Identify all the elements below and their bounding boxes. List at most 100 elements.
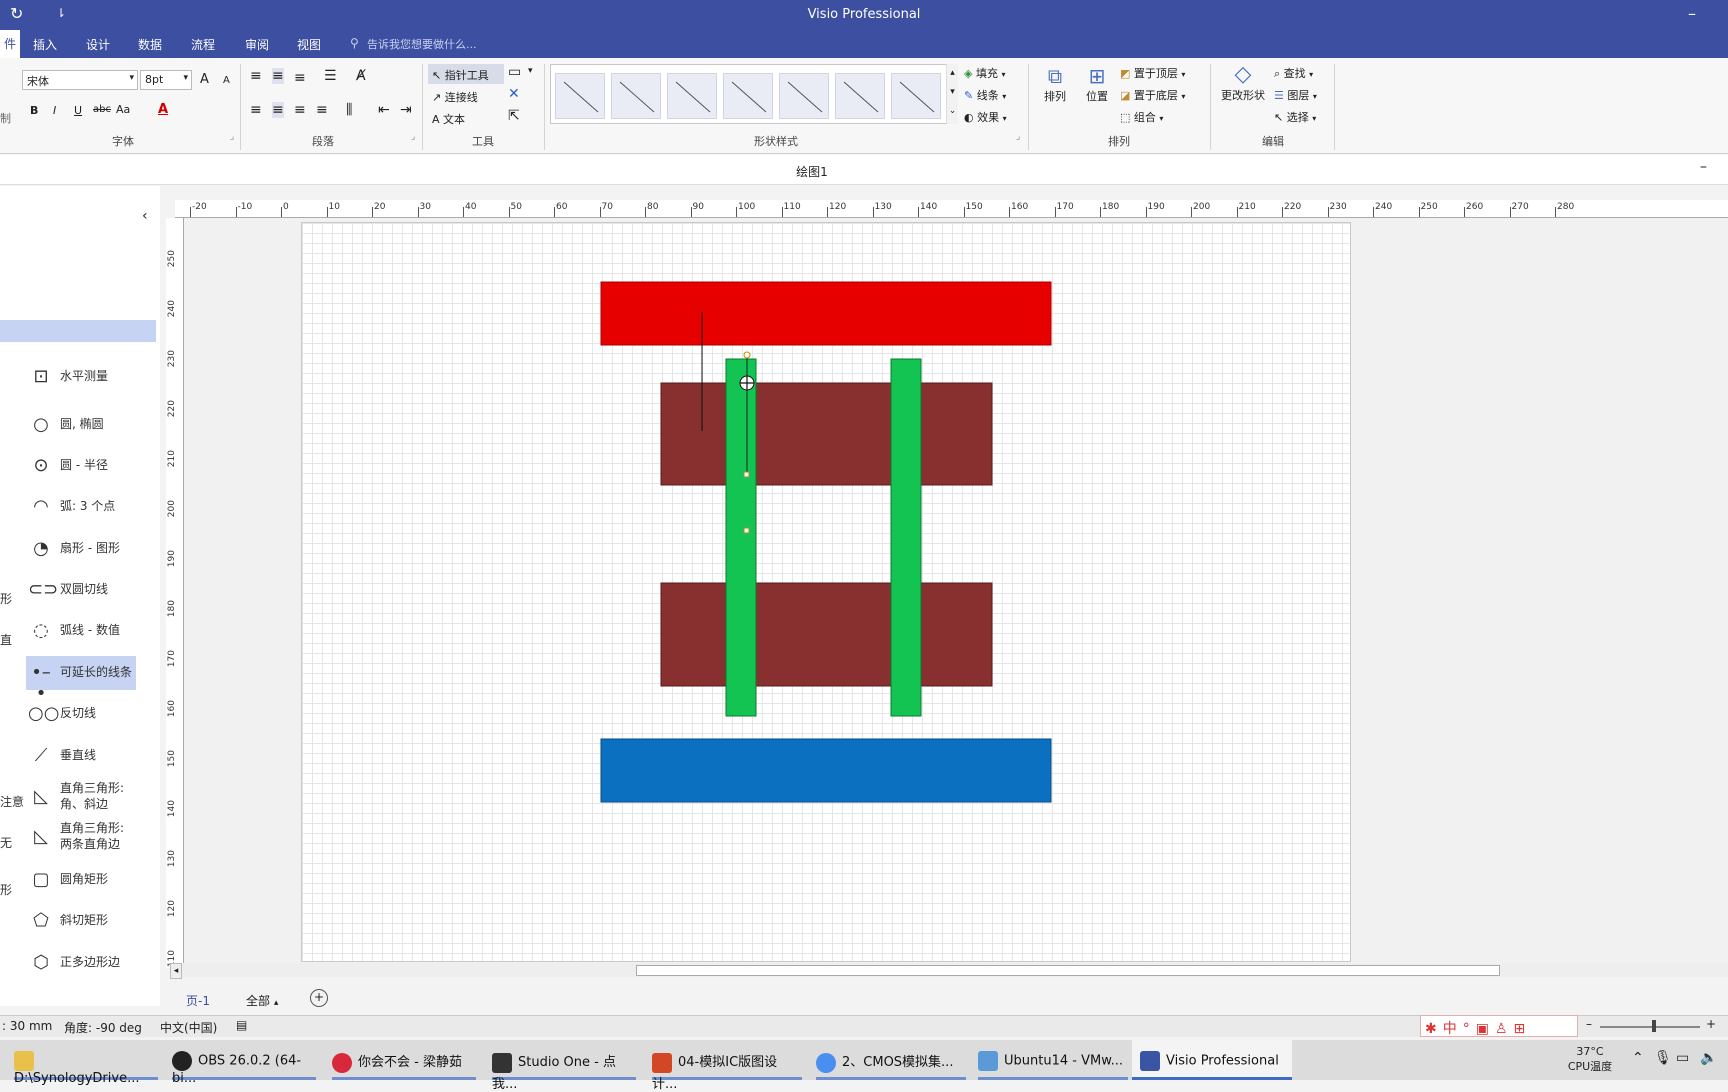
shape-item[interactable]: ⊡ 水平测量 [0, 360, 160, 396]
bring-to-front-button[interactable]: ◩ 置于顶层 ▾ [1120, 65, 1185, 81]
zoom-slider[interactable] [1600, 1026, 1700, 1028]
tell-me-search[interactable]: 告诉我您想要做什么... [367, 36, 477, 52]
page-tab-1[interactable]: 页-1 [186, 992, 210, 1009]
decrease-indent-icon[interactable]: ⇤ [378, 102, 390, 118]
shape-item[interactable]: ⊂⊃ 双圆切线 [0, 573, 160, 609]
ime-toolbar[interactable]: ✱中°▣♙⊞ [1420, 1015, 1578, 1037]
scroll-left-icon[interactable]: ◂ [170, 963, 182, 979]
taskbar-item[interactable]: 你会不会 - 梁静茹 [332, 1040, 476, 1080]
layers-button[interactable]: ☰ 图层 ▾ [1274, 87, 1317, 103]
collapse-pane-button[interactable]: ‹ [142, 208, 148, 224]
change-shape-button[interactable]: ◇ 更改形状 [1216, 62, 1270, 103]
align-top-icon[interactable]: ≡ [250, 68, 262, 84]
tab-view[interactable]: 视图 [297, 36, 321, 53]
position-button[interactable]: ⊞ 位置 [1082, 64, 1112, 104]
align-left-icon[interactable]: ≡ [250, 102, 262, 118]
add-page-button[interactable]: + [310, 989, 328, 1007]
all-pages-menu[interactable]: 全部 ▴ [246, 992, 278, 1009]
gallery-scroller[interactable]: ▴ ▾ ⌄ [946, 64, 958, 124]
change-case-button[interactable]: Aa [116, 103, 130, 116]
justify-icon[interactable]: ≡ [316, 102, 328, 118]
text-tool-button[interactable]: A 文本 [432, 111, 465, 127]
drawing-page[interactable] [301, 222, 1351, 962]
select-button[interactable]: ↖ 选择 ▾ [1274, 109, 1316, 125]
fill-button[interactable]: ◈ 填充 ▾ [964, 65, 1005, 81]
tab-process[interactable]: 流程 [191, 36, 215, 53]
shape-item[interactable]: ○○ 反切线 [0, 697, 160, 733]
shape-item[interactable]: ⬠ 斜切矩形 [0, 904, 160, 940]
style-thumbnail[interactable] [667, 73, 717, 119]
taskbar-item[interactable]: Ubuntu14 - VMw... [978, 1040, 1128, 1080]
language-indicator[interactable]: 中文(中国) [160, 1019, 217, 1036]
shape-item[interactable]: ◺ 直角三角形: 两条直角边 [0, 820, 160, 856]
paragraph-spacing-icon[interactable]: ⫼ [346, 102, 352, 118]
tab-data[interactable]: 数据 [138, 36, 162, 53]
shape-item[interactable]: ◔ 扇形 - 图形 [0, 532, 160, 568]
align-bottom-icon[interactable]: ≡ [294, 70, 306, 86]
macro-record-icon[interactable]: ▤ [236, 1018, 247, 1032]
dialog-launcher-icon[interactable]: ⌟ [1016, 132, 1020, 142]
style-thumbnail[interactable] [835, 73, 885, 119]
find-button[interactable]: ⌕ 查找 ▾ [1274, 65, 1313, 81]
align-middle-icon[interactable]: ≡ [272, 68, 284, 84]
font-name-combo[interactable]: 宋体 ▾ [22, 70, 138, 90]
arrange-button[interactable]: ⧉ 排列 [1040, 64, 1070, 104]
strikethrough-button[interactable]: abc [93, 104, 111, 115]
shrink-font-button[interactable]: A [223, 75, 230, 86]
shape-item-selected[interactable]: •–• 可延长的线条 [0, 656, 160, 704]
taskbar-item[interactable]: OBS 26.0.2 (64-bi... [172, 1040, 316, 1086]
chevron-down-icon[interactable]: ▾ [528, 66, 533, 76]
taskbar-item[interactable]: 04-模拟IC版图设计... [652, 1040, 802, 1092]
microphone-icon[interactable]: 🎙 [1654, 1050, 1672, 1066]
font-color-button[interactable]: A [158, 102, 168, 117]
connection-point-icon[interactable]: ⇱ [508, 108, 520, 124]
style-thumbnail[interactable] [779, 73, 829, 119]
horizontal-ruler[interactable]: -20 -10 0 10 20 30 40 50 60 70 80 90 100 110 120 130 140… [175, 200, 1728, 218]
document-minimize-button[interactable]: – [1700, 159, 1707, 175]
shape-item[interactable]: ○ 圆, 椭圆 [0, 408, 160, 444]
pointer-tool-button[interactable]: ↖ 指针工具 [428, 64, 504, 84]
zoom-slider-thumb[interactable] [1652, 1020, 1656, 1032]
chevron-up-icon[interactable]: ⌃ [1632, 1050, 1644, 1066]
grow-font-button[interactable]: A [200, 72, 209, 87]
shape-item[interactable]: ◠ 弧: 3 个点 [0, 490, 160, 526]
close-icon[interactable]: ✕ [508, 86, 520, 102]
underline-button[interactable]: U [74, 104, 82, 117]
shape-item[interactable]: ◌ 弧线 - 数值 [0, 614, 160, 650]
style-thumbnail[interactable] [723, 73, 773, 119]
tab-design[interactable]: 设计 [86, 36, 110, 53]
shape-item[interactable]: ⟋ 垂直线 [0, 739, 160, 775]
cpu-temp-widget[interactable]: 37°C CPU温度 [1560, 1044, 1620, 1074]
dialog-launcher-icon[interactable]: ⌟ [411, 132, 415, 142]
dialog-launcher-icon[interactable]: ⌟ [230, 132, 234, 142]
taskbar-item[interactable]: Studio One - 点我... [492, 1040, 636, 1092]
style-thumbnail[interactable] [611, 73, 661, 119]
send-to-back-button[interactable]: ◪ 置于底层 ▾ [1120, 87, 1185, 103]
tab-file[interactable]: 件 [0, 30, 21, 58]
zoom-in-button[interactable]: + [1706, 1017, 1716, 1031]
taskbar-item[interactable]: 2、CMOS模拟集... [816, 1040, 966, 1080]
minimize-window-icon[interactable]: – [1688, 4, 1696, 23]
increase-indent-icon[interactable]: ⇥ [400, 102, 412, 118]
zoom-out-button[interactable]: – [1586, 1017, 1592, 1031]
stencil-header-highlight[interactable] [0, 320, 156, 342]
scrollbar-thumb[interactable] [636, 965, 1500, 976]
rectangle-tool-icon[interactable]: ▭ [508, 64, 521, 80]
shape-item[interactable]: ⊙ 圆 - 半径 [0, 449, 160, 485]
tab-insert[interactable]: 插入 [33, 36, 57, 53]
network-icon[interactable]: ▭ [1676, 1050, 1689, 1066]
text-direction-icon[interactable]: Ⱥ [356, 68, 366, 84]
connector-button[interactable]: ↗ 连接线 [432, 89, 478, 105]
effect-button[interactable]: ◐ 效果 ▾ [964, 109, 1007, 125]
italic-button[interactable]: I [53, 104, 56, 117]
style-thumbnail[interactable] [891, 73, 941, 119]
taskbar-item[interactable]: D:\SynologyDrive... [14, 1040, 158, 1086]
shape-item[interactable]: ▢ 圆角矩形 [0, 863, 160, 899]
vertical-ruler[interactable]: 250 240 230 220 210 200 190 180 170 160 150 140 130 1… [166, 218, 184, 968]
shape-item[interactable]: ⬡ 正多边形边 [0, 946, 160, 982]
taskbar-item-active[interactable]: Visio Professional [1132, 1040, 1292, 1080]
line-button[interactable]: ✎ 线条 ▾ [964, 87, 1006, 103]
group-button[interactable]: ⬚ 组合 ▾ [1120, 109, 1163, 125]
align-right-icon[interactable]: ≡ [294, 102, 306, 118]
align-center-icon[interactable]: ≡ [272, 102, 284, 118]
